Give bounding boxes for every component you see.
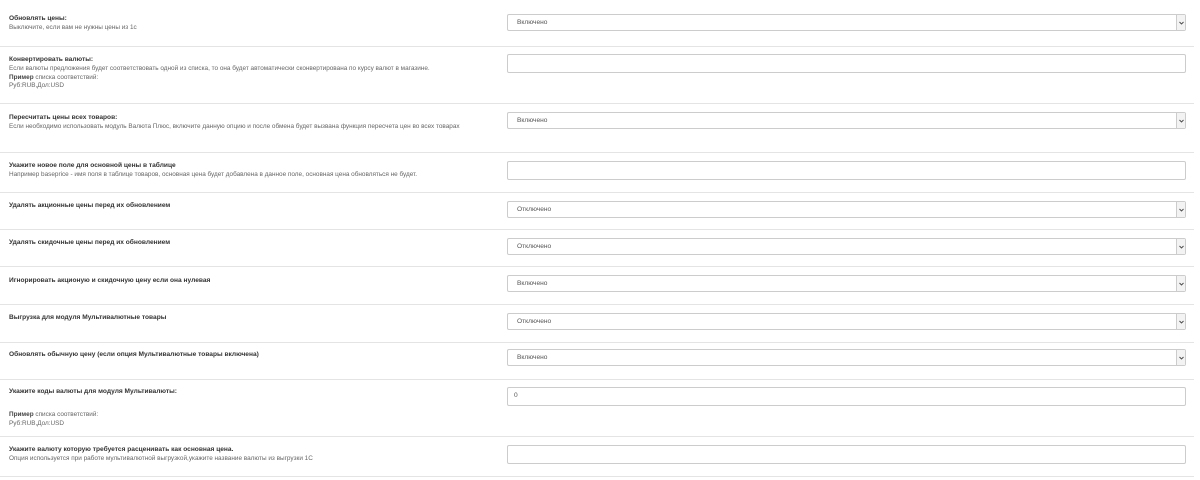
setting-label-block: Укажите коды валюты для модуля Мультивал…: [9, 387, 479, 428]
select-value: Отключено: [517, 318, 552, 325]
delete-discount-prices-select[interactable]: Отключено: [507, 238, 1186, 255]
setting-row-main-price-currency: Укажите валюту которую требуется расцени…: [0, 436, 1194, 477]
select-value: Включено: [517, 280, 548, 287]
setting-row-update-prices: Обновлять цены: Выключите, если вам не н…: [0, 0, 1194, 47]
main-price-currency-input[interactable]: [507, 445, 1186, 464]
setting-row-delete-special-prices: Удалять акционные цены перед их обновлен…: [0, 192, 1194, 230]
setting-help: Если валюты предложения будет соответств…: [9, 65, 479, 91]
setting-help: Опция используется при работе мультивалю…: [9, 455, 313, 462]
convert-currencies-input[interactable]: [507, 54, 1186, 73]
setting-label-block: Игнорировать акционую и скидочную цену е…: [9, 276, 479, 285]
setting-row-recalculate-prices: Пересчитать цены всех товаров: Если необ…: [0, 103, 1194, 153]
setting-title: Пересчитать цены всех товаров:: [9, 114, 118, 121]
example-label: Пример: [9, 411, 34, 418]
recalculate-prices-select[interactable]: Включено: [507, 112, 1186, 129]
ignore-zero-prices-select[interactable]: Включено: [507, 275, 1186, 292]
setting-label-block: Пересчитать цены всех товаров: Если необ…: [9, 113, 479, 132]
setting-title: Конвертировать валюты:: [9, 56, 94, 63]
setting-title: Обновлять цены:: [9, 15, 67, 22]
setting-label-block: Удалять акционные цены перед их обновлен…: [9, 201, 479, 210]
setting-title: Удалять акционные цены перед их обновлен…: [9, 202, 171, 209]
setting-row-convert-currencies: Конвертировать валюты: Если валюты предл…: [0, 46, 1194, 104]
setting-title: Удалять скидочные цены перед их обновлен…: [9, 239, 171, 246]
select-value: Включено: [517, 117, 548, 124]
setting-row-base-price-field: Укажите новое поле для основной цены в т…: [0, 152, 1194, 193]
setting-row-update-regular-price: Обновлять обычную цену (если опция Мульт…: [0, 342, 1194, 380]
setting-label-block: Обновлять цены: Выключите, если вам не н…: [9, 14, 479, 33]
chevron-down-icon: [1176, 239, 1185, 254]
price-settings-form: Обновлять цены: Выключите, если вам не н…: [0, 0, 1200, 480]
setting-help: Например baseprice - имя поля в таблице …: [9, 171, 418, 178]
example-value: Руб:RUB,Дол:USD: [9, 419, 65, 427]
example-label: Пример: [9, 73, 34, 81]
setting-row-delete-discount-prices: Удалять скидочные цены перед их обновлен…: [0, 229, 1194, 267]
example-value: Руб:RUB,Дол:USD: [9, 82, 65, 89]
multicurrency-codes-input[interactable]: 0: [507, 387, 1186, 406]
chevron-down-icon: [1176, 15, 1185, 30]
setting-row-multicurrency-codes: Укажите коды валюты для модуля Мультивал…: [0, 379, 1194, 437]
chevron-down-icon: [1176, 113, 1185, 128]
chevron-down-icon: [1176, 350, 1185, 365]
setting-label-block: Укажите новое поле для основной цены в т…: [9, 161, 479, 180]
chevron-down-icon: [1176, 202, 1185, 217]
setting-title: Укажите новое поле для основной цены в т…: [9, 162, 176, 169]
setting-help: Если необходимо использовать модуль Валю…: [9, 123, 460, 130]
setting-label-block: Конвертировать валюты: Если валюты предл…: [9, 55, 479, 91]
setting-help: Пример списка соответствий: Руб:RUB,Дол:…: [9, 397, 479, 428]
setting-title: Обновлять обычную цену (если опция Мульт…: [9, 351, 259, 358]
chevron-down-icon: [1176, 314, 1185, 329]
base-price-field-input[interactable]: [507, 161, 1186, 180]
update-prices-select[interactable]: Включено: [507, 14, 1186, 31]
select-value: Отключено: [517, 243, 552, 250]
chevron-down-icon: [1176, 276, 1185, 291]
input-value: 0: [514, 392, 518, 399]
delete-special-prices-select[interactable]: Отключено: [507, 201, 1186, 218]
select-value: Включено: [517, 354, 548, 361]
setting-label-block: Удалять скидочные цены перед их обновлен…: [9, 238, 479, 247]
setting-label-block: Обновлять обычную цену (если опция Мульт…: [9, 350, 479, 359]
example-suffix: списка соответствий:: [33, 411, 99, 418]
setting-row-multicurrency-export: Выгрузка для модуля Мультивалютные товар…: [0, 304, 1194, 343]
setting-label-block: Укажите валюту которую требуется расцени…: [9, 445, 479, 464]
setting-help-text: Если валюты предложения будет соответств…: [9, 65, 430, 72]
select-value: Отключено: [517, 206, 552, 213]
setting-title: Укажите коды валюты для модуля Мультивал…: [9, 388, 177, 395]
setting-title: Укажите валюту которую требуется расцени…: [9, 446, 234, 453]
select-value: Включено: [517, 19, 548, 26]
setting-title: Игнорировать акционую и скидочную цену е…: [9, 277, 211, 284]
update-regular-price-select[interactable]: Включено: [507, 349, 1186, 366]
setting-row-ignore-zero-prices: Игнорировать акционую и скидочную цену е…: [0, 266, 1194, 305]
setting-label-block: Выгрузка для модуля Мультивалютные товар…: [9, 313, 479, 322]
example-suffix: списка соответствий:: [33, 73, 99, 81]
setting-help: Выключите, если вам не нужны цены из 1с: [9, 24, 137, 31]
setting-title: Выгрузка для модуля Мультивалютные товар…: [9, 314, 167, 321]
multicurrency-export-select[interactable]: Отключено: [507, 313, 1186, 330]
